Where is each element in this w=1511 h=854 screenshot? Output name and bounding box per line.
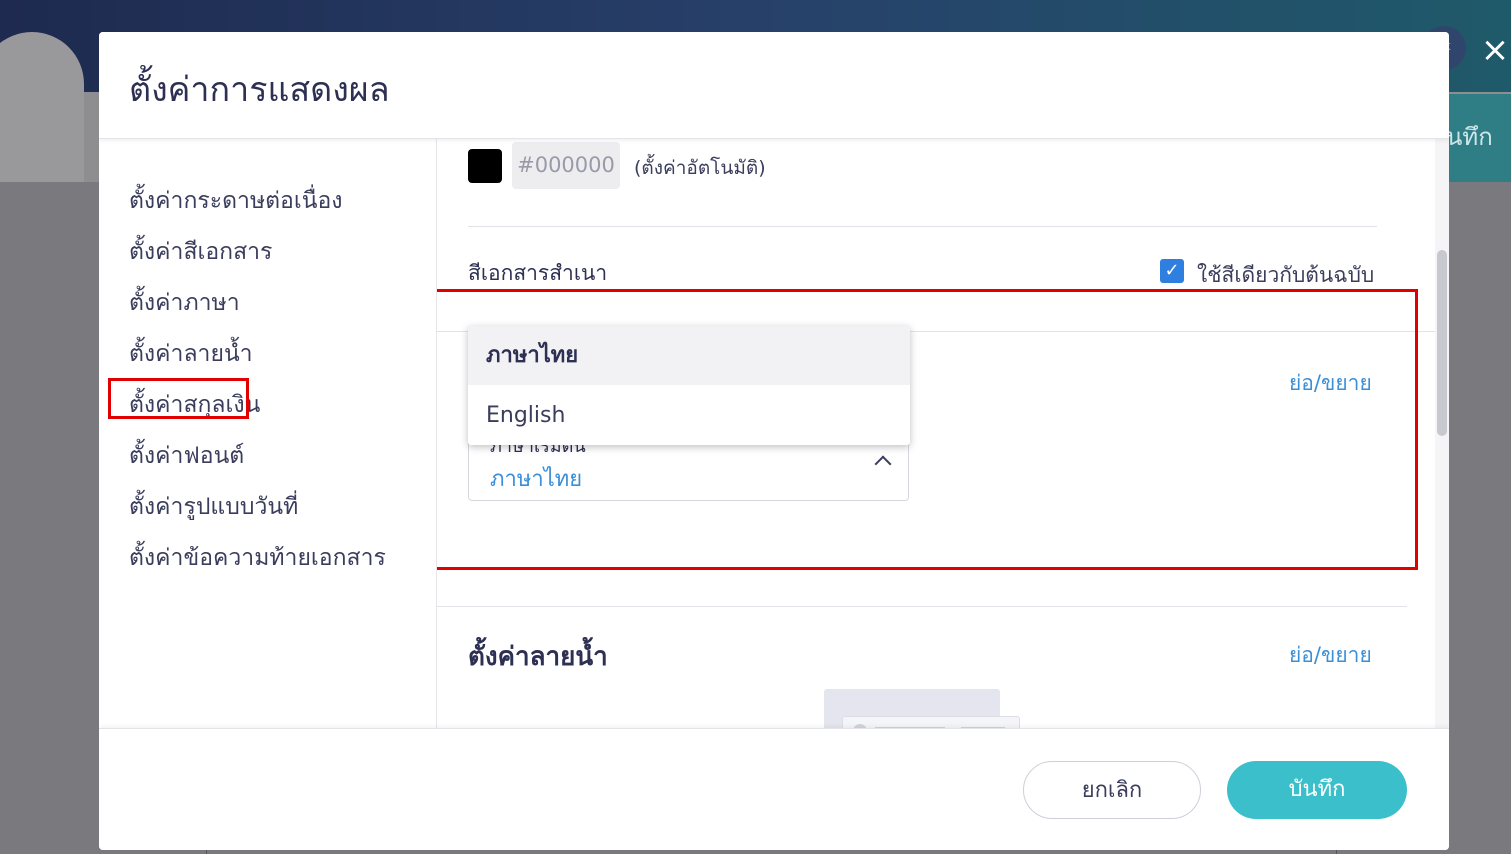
watermark-section-title: ตั้งค่าลายน้ำ: [468, 642, 608, 672]
sidebar-item-footer-text[interactable]: ตั้งค่าข้อความท้ายเอกสาร: [129, 540, 386, 576]
save-button[interactable]: บันทึก: [1227, 761, 1407, 819]
sidebar-item-watermark[interactable]: ตั้งค่าลายน้ำ: [129, 336, 253, 372]
sidebar-item-continuous-paper[interactable]: ตั้งค่ากระดาษต่อเนื่อง: [129, 183, 343, 219]
chevron-up-icon: [874, 455, 892, 473]
watermark-collapse-toggle[interactable]: ย่อ/ขยาย: [1289, 639, 1372, 672]
language-option-thai[interactable]: ภาษาไทย: [468, 326, 910, 385]
sidebar-item-language[interactable]: ตั้งค่าภาษา: [129, 285, 240, 321]
divider: [437, 606, 1407, 607]
hex-color-field[interactable]: #000000: [512, 142, 620, 189]
sidebar-item-date-format[interactable]: ตั้งค่ารูปแบบวันที่: [129, 489, 298, 525]
sidebar-item-font[interactable]: ตั้งค่าฟอนต์: [129, 438, 244, 474]
background-shape: [0, 32, 84, 182]
cancel-button[interactable]: ยกเลิก: [1023, 761, 1201, 819]
language-option-english[interactable]: English: [468, 386, 910, 445]
highlight-box: [108, 378, 249, 419]
language-dropdown-menu: ภาษาไทย English: [468, 326, 910, 445]
modal-footer: ยกเลิก บันทึก: [99, 728, 1449, 850]
sidebar-item-document-color[interactable]: ตั้งค่าสีเอกสาร: [129, 234, 272, 270]
same-color-label: ใช้สีเดียวกับต้นฉบับ: [1197, 263, 1375, 287]
scrollbar-track: [1435, 139, 1449, 759]
copy-color-label: สีเอกสารสำเนา: [468, 261, 608, 285]
display-settings-modal: ตั้งค่าการแสดงผล ตั้งค่ากระดาษต่อเนื่อง …: [99, 32, 1449, 850]
select-value: ภาษาไทย: [490, 467, 583, 492]
close-icon[interactable]: ×: [1478, 32, 1511, 68]
auto-note: (ตั้งค่าอัตโนมัติ): [634, 157, 766, 179]
settings-sidebar: ตั้งค่ากระดาษต่อเนื่อง ตั้งค่าสีเอกสาร ต…: [99, 139, 437, 759]
settings-content: #000000 (ตั้งค่าอัตโนมัติ) สีเอกสารสำเนา…: [437, 139, 1437, 759]
color-swatch[interactable]: [468, 149, 502, 183]
divider: [468, 226, 1377, 227]
same-color-checkbox[interactable]: ✓: [1160, 259, 1184, 283]
modal-header: ตั้งค่าการแสดงผล: [99, 32, 1449, 139]
page-title: ตั้งค่าการแสดงผล: [129, 70, 390, 110]
scrollbar-thumb[interactable]: [1437, 250, 1447, 436]
language-collapse-toggle[interactable]: ย่อ/ขยาย: [1289, 367, 1372, 400]
